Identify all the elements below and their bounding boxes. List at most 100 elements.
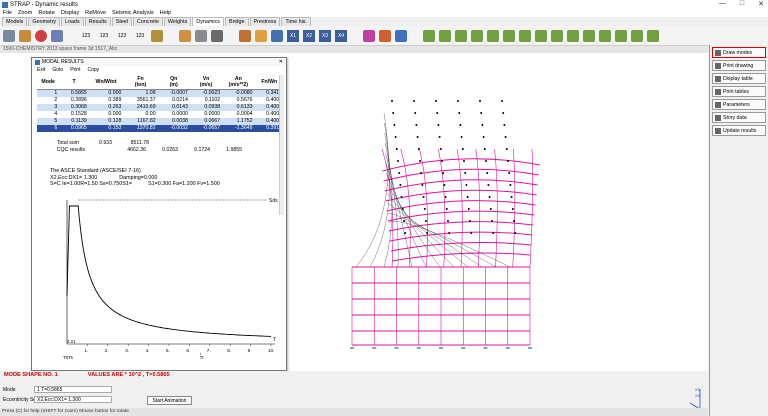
tab-results[interactable]: Results — [84, 17, 111, 26]
modal-menu-goto[interactable]: Goto — [52, 67, 63, 73]
green-tool-2-icon[interactable] — [439, 29, 451, 42]
pencil-icon[interactable] — [151, 29, 163, 42]
table-row[interactable]: 6 0.0965 0.153 1370.82 -0.0032 -0.0657 -1.3648… — [37, 124, 284, 132]
eccentricity-select[interactable]: X2,Ecc:DX1= 1.300 — [34, 396, 112, 403]
support-icon[interactable] — [211, 29, 223, 42]
box-icon[interactable] — [19, 29, 31, 42]
tab-steel[interactable]: Steel — [111, 17, 133, 26]
tab-loads[interactable]: Loads — [61, 17, 84, 26]
tab-dynamics[interactable]: Dynamics — [192, 17, 224, 26]
menu-seismic-analysis[interactable]: Seismic Analysis — [112, 10, 154, 16]
tab-time-history[interactable]: Time his. — [281, 17, 311, 26]
grid-icon[interactable] — [271, 29, 283, 42]
menu-zoom[interactable]: Zoom — [18, 10, 32, 16]
table-row[interactable]: 4 0.1528 0.000 0.00 0.0000 0.0000 0.0004 0.4000 — [37, 111, 284, 118]
table-row[interactable]: 1 0.5865 0.000 1.08 -0.0007 -0.0023 -0.0080 0.3… — [37, 89, 284, 97]
node-marker — [442, 172, 445, 174]
close-icon[interactable]: ✕ — [279, 59, 283, 65]
mode-shape-icon[interactable] — [363, 29, 375, 42]
number-button-3[interactable]: 123 — [115, 33, 129, 39]
number-button-4[interactable]: 123 — [133, 33, 147, 39]
panel-button-label: Print drawing — [723, 62, 754, 69]
green-tool-7-icon[interactable] — [519, 29, 531, 42]
green-tool-14-icon[interactable] — [631, 29, 643, 42]
frame-3d-icon[interactable] — [395, 29, 407, 42]
axis-x4-button[interactable]: X4 — [335, 29, 347, 42]
view-icon[interactable] — [239, 29, 251, 42]
mode-select[interactable]: 1 T=0.5865 — [34, 386, 112, 393]
total-sum-label: Total sum — [56, 140, 79, 146]
tab-concrete[interactable]: Concrete — [133, 17, 163, 26]
panel-button-display-table[interactable]: Display table — [712, 73, 766, 84]
panel-button-draw-modes[interactable]: Draw modes — [712, 47, 766, 58]
axis-x2-button[interactable]: X2 — [303, 29, 315, 42]
mode-shape-line: MODE SHAPE NO. 1 VALUES ARE * 10^2 , T=0… — [4, 372, 170, 378]
load-icon[interactable] — [195, 29, 207, 42]
total-sum-row: Total sum 0.933 8511.78 — [37, 140, 284, 147]
table-cell: 2410.69 — [123, 103, 158, 111]
table-row[interactable]: 2 0.3896 0.389 3561.37 0.0214 0.1102 0.5676 0.4… — [37, 97, 284, 104]
tab-weights[interactable]: Weights — [163, 17, 192, 26]
axis-x1-button[interactable]: X1 — [287, 29, 299, 42]
tab-bridge[interactable]: Bridge — [224, 17, 249, 26]
tab-prestress[interactable]: Prestress — [249, 17, 281, 26]
green-tool-5-icon[interactable] — [487, 29, 499, 42]
panel-button-story-data[interactable]: Story data — [712, 112, 766, 123]
green-tool-1-icon[interactable] — [423, 29, 435, 42]
green-tool-11-icon[interactable] — [583, 29, 595, 42]
node-marker — [414, 112, 417, 114]
green-tool-13-icon[interactable] — [615, 29, 627, 42]
modal-menu-copy[interactable]: Copy — [87, 67, 99, 73]
x-tick-label: 6. — [186, 348, 190, 353]
tab-geometry[interactable]: Geometry — [28, 17, 61, 26]
node-icon[interactable] — [35, 29, 47, 42]
green-tool-9-icon[interactable] — [551, 29, 563, 42]
menu-file[interactable]: File — [3, 10, 12, 16]
graph-icon[interactable] — [379, 29, 391, 42]
node-marker — [511, 208, 514, 210]
green-tool-6-icon[interactable] — [503, 29, 515, 42]
start-animation-button[interactable]: Start Animation — [147, 396, 192, 405]
node-marker — [397, 160, 399, 162]
frame-icon[interactable] — [51, 29, 63, 42]
table-cell: 0.5676 — [236, 96, 253, 103]
menu-display[interactable]: Display — [61, 10, 79, 16]
table-cell: 0.6133 — [222, 103, 255, 111]
menu-rotate[interactable]: Rotate — [38, 10, 54, 16]
mode-shape-number: MODE SHAPE NO. 1 — [4, 372, 58, 378]
panel-button-print-tables[interactable]: Print tables — [712, 86, 766, 97]
green-tool-8-icon[interactable] — [535, 29, 547, 42]
panel-button-update-results[interactable]: Update results — [712, 125, 766, 136]
menu-remove[interactable]: ReMove — [85, 10, 106, 16]
modal-menu-exit[interactable]: Exit — [37, 67, 45, 73]
axis-x3-button[interactable]: X3 — [319, 29, 331, 42]
green-tool-15-icon[interactable] — [647, 29, 659, 42]
table-cell: 3 — [37, 103, 60, 111]
table-row[interactable]: 3 0.3068 0.263 2410.69 0.0143 0.0938 0.6133 0.4… — [37, 103, 284, 111]
minimize-icon[interactable]: — — [719, 0, 726, 8]
green-tool-10-icon[interactable] — [567, 29, 579, 42]
green-tool-12-icon[interactable] — [599, 29, 611, 42]
modal-title-bar: MODAL RESULTS ✕ — [32, 58, 286, 66]
printer-icon — [715, 62, 721, 69]
maximize-icon[interactable]: □ — [740, 0, 744, 8]
close-icon[interactable]: ✕ — [758, 0, 764, 8]
tab-models[interactable]: Models — [2, 17, 28, 26]
bottom-control-bar: MODE SHAPE NO. 1 VALUES ARE * 10^2 , T=0… — [0, 371, 708, 416]
number-button-2[interactable]: 123 — [97, 33, 111, 39]
x-axis-label: T — [273, 337, 276, 343]
table-cell: 0.00 — [145, 110, 156, 117]
number-button-1[interactable]: 123 — [79, 33, 93, 39]
cube-icon[interactable] — [3, 29, 15, 42]
table-row[interactable]: 5 0.1139 0.128 1167.82 0.0038 0.0667 1.1752 0.4… — [37, 117, 284, 125]
support-node — [505, 347, 510, 349]
wand-icon[interactable] — [179, 29, 191, 42]
modal-scrollbar[interactable] — [279, 75, 284, 215]
panel-button-parameters[interactable]: Parameters — [712, 99, 766, 110]
panel-button-print-drawing[interactable]: Print drawing — [712, 60, 766, 71]
green-tool-3-icon[interactable] — [455, 29, 467, 42]
green-tool-4-icon[interactable] — [471, 29, 483, 42]
move-icon[interactable] — [255, 29, 267, 42]
modal-menu-print[interactable]: Print — [70, 67, 80, 73]
menu-help[interactable]: Help — [160, 10, 172, 16]
